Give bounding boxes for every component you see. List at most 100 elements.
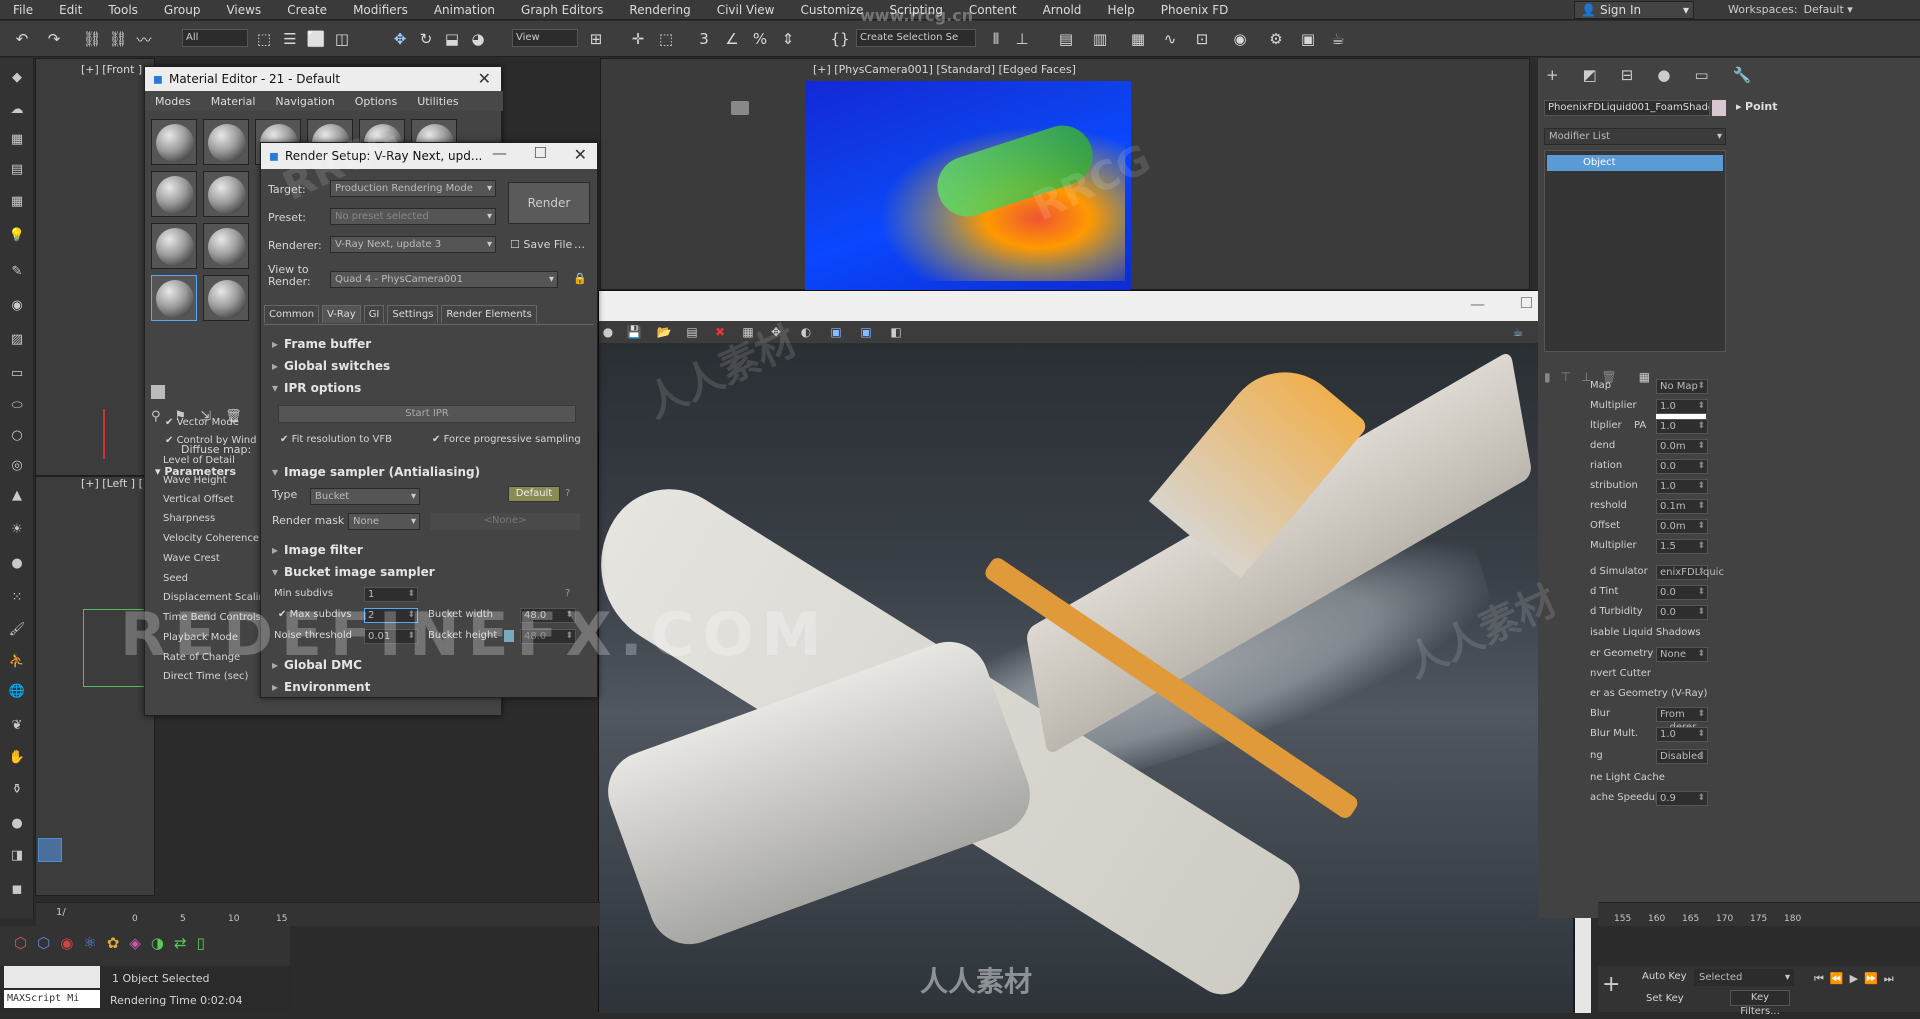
percent-snap-icon[interactable]: % [748, 27, 772, 51]
stop-icon[interactable]: ✖ [711, 323, 729, 341]
render-icon[interactable]: ● [599, 323, 617, 341]
rotate-icon[interactable]: ↻ [414, 27, 438, 51]
ipr-icon[interactable]: ◐ [797, 323, 815, 341]
atom-icon[interactable]: ⚛ [83, 934, 96, 952]
menu-item[interactable]: Edit [46, 3, 95, 17]
create-tool-icon[interactable]: ◆ [6, 66, 28, 88]
prev-frame-icon[interactable]: ⏪ [1830, 972, 1844, 986]
pivot-icon[interactable]: ⊞ [584, 27, 608, 51]
bucket-sampler-rollout[interactable]: ▾ Bucket image sampler [270, 563, 586, 581]
clapboard-icon[interactable]: ▨ [6, 328, 28, 350]
open-icon[interactable]: 📂 [655, 323, 673, 341]
selection-filter-dropdown[interactable]: All [182, 29, 248, 47]
hierarchy-tab-icon[interactable]: ⊟ [1621, 66, 1634, 84]
edit-named-selection-icon[interactable]: {} [828, 27, 852, 51]
srgb-icon[interactable]: ▣ [827, 323, 845, 341]
dots-icon[interactable]: ⁙ [6, 586, 28, 608]
material-menu-item[interactable]: Navigation [265, 95, 344, 108]
grid-icon[interactable]: ▦ [6, 190, 28, 212]
menu-item[interactable]: Create [274, 3, 340, 17]
layers-icon[interactable]: ▤ [6, 158, 28, 180]
render-setup-tab[interactable]: Render Elements [441, 305, 537, 323]
parameter-value[interactable]: 0.0 [1656, 605, 1708, 620]
material-editor-icon[interactable]: ◉ [1228, 27, 1252, 51]
render-setup-tab[interactable]: V-Ray [322, 305, 361, 323]
parameter-value[interactable]: Disabled [1656, 749, 1708, 764]
parameter-value[interactable]: 1.5 [1656, 539, 1708, 554]
sample-slot-active[interactable] [151, 275, 197, 321]
parameter-value[interactable]: 1.0 [1656, 419, 1708, 434]
track-icon[interactable]: ✥ [767, 323, 785, 341]
render-setup-tab[interactable]: GI [363, 305, 385, 323]
rect-green-icon[interactable]: ▯ [197, 934, 205, 952]
sampler-type-dropdown[interactable]: Bucket [310, 488, 420, 505]
angle-snap-icon[interactable]: ∠ [720, 27, 744, 51]
maximize-icon[interactable]: ☐ [1520, 294, 1533, 312]
render-button[interactable]: Render [508, 182, 590, 224]
menu-item[interactable]: Group [151, 3, 214, 17]
sphere-red-icon[interactable]: ◉ [60, 934, 73, 952]
arrow-green-icon[interactable]: ⇄ [174, 934, 187, 952]
key-filters-button[interactable]: Key Filters... [1730, 990, 1790, 1017]
unlink-icon[interactable]: ⛓ [106, 27, 130, 51]
render-production-icon[interactable]: ☕ [1326, 27, 1350, 51]
max-logo-icon[interactable]: ◼ [6, 878, 28, 900]
viewport-layout-icon[interactable] [38, 838, 62, 862]
parameter-value[interactable]: None [1656, 647, 1708, 662]
cube-icon[interactable]: ⬡ [14, 934, 27, 952]
configure-sets-icon[interactable]: ▦ [1639, 370, 1650, 384]
set-key-icon[interactable]: + [1602, 972, 1628, 998]
frame-buffer-rollout[interactable]: ▸ Frame buffer [270, 335, 586, 353]
flower-icon[interactable]: ✿ [107, 934, 120, 952]
menu-item[interactable]: Phoenix FD [1148, 3, 1242, 17]
bucket-width-spinner[interactable]: 48.0 [520, 608, 576, 623]
viewport-front[interactable]: [+] [Front ] [35, 58, 155, 476]
display-tab-icon[interactable]: ▭ [1694, 66, 1708, 84]
ipr-options-rollout[interactable]: ▾ IPR options [270, 379, 586, 397]
fit-resolution-checkbox[interactable]: ✔ Fit resolution to VFB [280, 434, 392, 445]
menu-item[interactable]: Rendering [616, 3, 703, 17]
sign-in-button[interactable]: 👤 Sign In ▾ [1574, 1, 1694, 19]
max-subdivs-spinner[interactable]: 2 [364, 608, 418, 623]
copy-icon[interactable]: ▤ [683, 323, 701, 341]
circle-icon[interactable]: ○ [6, 424, 28, 446]
save-icon[interactable]: 💾 [625, 323, 643, 341]
sphere-icon[interactable]: ● [6, 552, 28, 574]
material-param[interactable]: Wave Height [163, 475, 227, 486]
parameter-extra[interactable]: PA [1634, 420, 1646, 431]
menu-item[interactable]: Help [1094, 3, 1147, 17]
sample-slot[interactable] [203, 119, 249, 165]
blue-sphere-icon[interactable]: ● [6, 812, 28, 834]
keyboard-shortcut-icon[interactable]: ⬚ [654, 27, 678, 51]
globe-icon[interactable]: 🌐 [6, 680, 28, 702]
render-setup-icon[interactable]: ⚙ [1264, 27, 1288, 51]
menu-item[interactable]: Modifiers [340, 3, 421, 17]
material-param[interactable]: Direct Time (sec) [163, 671, 248, 682]
curve-editor-icon[interactable]: ∿ [1158, 27, 1182, 51]
set-key-button[interactable]: Set Key [1646, 993, 1684, 1004]
rendered-frame-window-icon[interactable]: ▣ [1296, 27, 1320, 51]
close-icon[interactable]: ✕ [478, 69, 491, 88]
layer-explorer-icon[interactable]: ▥ [1088, 27, 1112, 51]
default-button[interactable]: Default [508, 486, 560, 502]
material-param[interactable]: Level of Detail [163, 455, 235, 466]
save-file-checkbox[interactable]: ☐ Save File [510, 238, 572, 251]
create-tab-icon[interactable]: + [1546, 66, 1559, 84]
utilities-tab-icon[interactable]: 🔧 [1733, 66, 1752, 84]
menu-item[interactable]: Civil View [704, 3, 788, 17]
material-menu-item[interactable]: Material [201, 95, 266, 108]
sample-slot[interactable] [151, 223, 197, 269]
image-sampler-rollout[interactable]: ▾ Image sampler (Antialiasing) [270, 463, 586, 481]
global-dmc-rollout[interactable]: ▸ Global DMC [270, 656, 586, 674]
cloud-icon[interactable]: ☁ [6, 98, 28, 120]
parameter-value[interactable]: enixFDLiquic [1656, 565, 1724, 580]
render-setup-tab[interactable]: Common [264, 305, 320, 323]
parameter-value[interactable]: No Map [1656, 379, 1708, 394]
sample-type-icon[interactable] [151, 385, 165, 399]
menu-item[interactable]: Animation [421, 3, 508, 17]
workspaces-selector[interactable]: Workspaces: Default ▾ [1728, 3, 1853, 16]
noise-threshold-spinner[interactable]: 0.01 [364, 629, 418, 644]
material-param[interactable]: Playback Mode [163, 632, 238, 643]
schematic-view-icon[interactable]: ⊡ [1190, 27, 1214, 51]
render-setup-tab[interactable]: Settings [387, 305, 439, 323]
